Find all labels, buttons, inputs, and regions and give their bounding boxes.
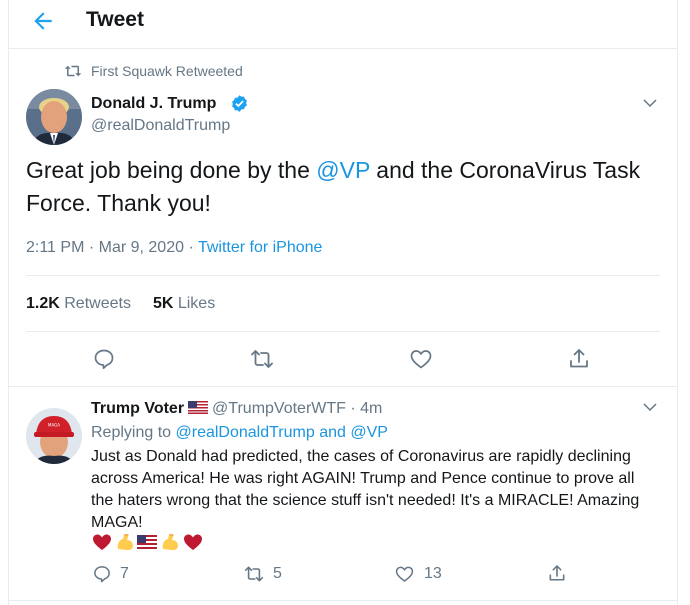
reply-share-icon[interactable] [547, 563, 567, 584]
verified-badge-icon [232, 95, 247, 112]
us-flag-emoji [137, 535, 157, 549]
meta-divider [26, 275, 660, 276]
likes-stat[interactable]: 5K Likes [153, 295, 215, 312]
replying-and: and [314, 424, 351, 441]
author-name[interactable]: Donald J. Trump [91, 95, 216, 113]
reply-text: Just as Donald had predicted, the cases … [91, 448, 640, 531]
replying-to-link-1[interactable]: @realDonaldTrump [176, 424, 315, 441]
reply-chevron-down-icon[interactable] [641, 398, 659, 416]
reply-emoji-row [93, 533, 202, 551]
tweet-text-part1: Great job being done by the [26, 157, 317, 183]
retweet-icon [64, 65, 82, 77]
likes-count: 5K [152, 295, 174, 312]
like-icon[interactable] [409, 347, 433, 371]
reply-author-name[interactable]: Trump Voter [91, 400, 184, 417]
retweets-stat[interactable]: 1.2K Retweets [26, 295, 131, 312]
frame-right-border [677, 0, 678, 605]
reply-header: Trump Voter @TrumpVoterWTF · 4m [91, 400, 382, 418]
tweet-stats: 1.2K Retweets 5K Likes [26, 295, 215, 313]
tweet-timestamp[interactable]: 2:11 PM · Mar 9, 2020 · [26, 239, 198, 256]
share-icon[interactable] [567, 347, 591, 371]
flexed-biceps-emoji [117, 533, 133, 551]
reply-reply-icon[interactable] [92, 564, 112, 584]
reply-like-count: 13 [424, 565, 442, 582]
flexed-biceps-emoji [162, 533, 178, 551]
heart-emoji [184, 534, 202, 550]
reply-retweet-icon[interactable] [243, 564, 265, 584]
author-avatar[interactable] [26, 89, 82, 145]
likes-label: Likes [173, 295, 216, 312]
header-divider [9, 48, 677, 49]
author-handle[interactable]: @realDonaldTrump [91, 117, 230, 135]
page-title: Tweet [86, 8, 144, 31]
retweets-count: 1.2K [26, 295, 60, 312]
reply-author-handle[interactable]: @TrumpVoterWTF [212, 400, 346, 417]
chevron-down-icon[interactable] [641, 94, 659, 112]
reply-icon[interactable] [92, 347, 116, 371]
retweet-action-icon[interactable] [250, 347, 274, 371]
tweet-meta: 2:11 PM · Mar 9, 2020 · Twitter for iPho… [26, 239, 322, 257]
reply-reply-count: 7 [120, 565, 129, 582]
stats-divider [26, 331, 660, 332]
frame-left-border [8, 0, 9, 605]
replying-to: Replying to @realDonaldTrump and @VP [91, 424, 388, 442]
tweet-source-link[interactable]: Twitter for iPhone [198, 239, 323, 256]
reply-time[interactable]: · 4m [346, 400, 382, 417]
retweets-label: Retweets [59, 295, 131, 312]
replying-prefix: Replying to [91, 424, 176, 441]
svg-text:MAGA: MAGA [48, 423, 60, 428]
mention-link[interactable]: @VP [316, 157, 370, 183]
replying-to-link-2[interactable]: @VP [350, 424, 388, 441]
us-flag-icon [188, 401, 209, 414]
reply-like-icon[interactable] [394, 564, 415, 584]
reply-bottom-divider [9, 600, 677, 601]
tweet-text: Great job being done by the @VP and the … [26, 154, 646, 220]
retweet-context-label[interactable]: First Squawk Retweeted [91, 63, 243, 79]
back-arrow-icon[interactable] [30, 8, 56, 34]
reply-author-avatar[interactable]: MAGA [26, 408, 82, 464]
heart-emoji [93, 534, 111, 550]
reply-retweet-count: 5 [273, 565, 282, 582]
tweet-bottom-divider [9, 386, 677, 387]
